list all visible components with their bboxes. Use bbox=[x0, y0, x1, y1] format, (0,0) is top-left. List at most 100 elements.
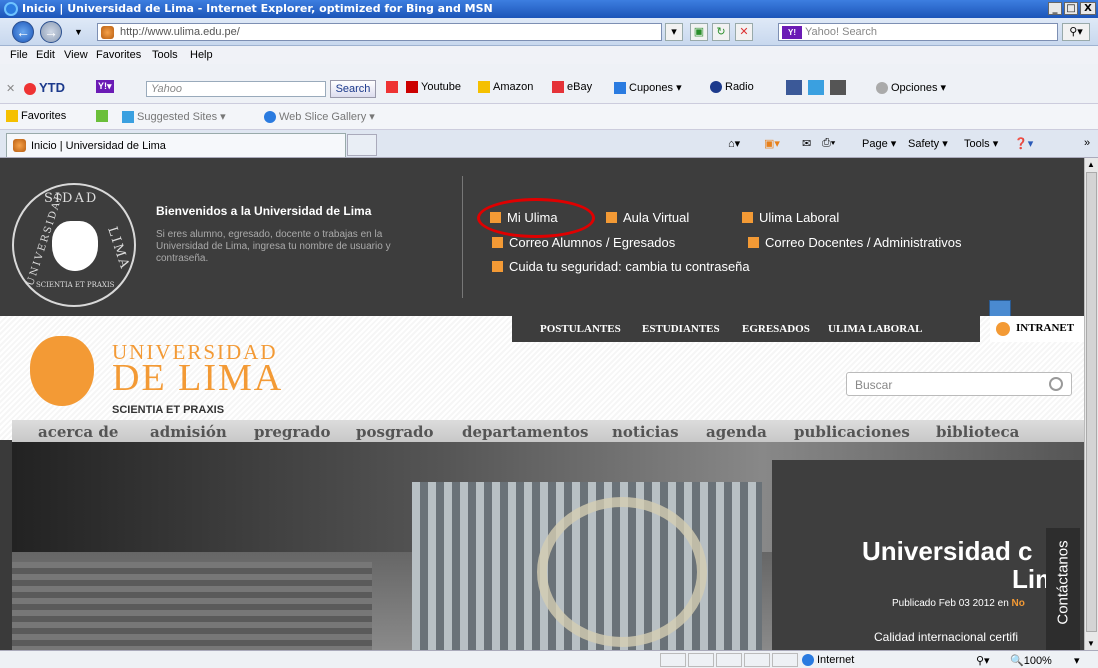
scroll-thumb[interactable] bbox=[1086, 172, 1097, 632]
blog-icon[interactable] bbox=[808, 80, 824, 95]
address-bar[interactable]: http://www.ulima.edu.pe/ bbox=[97, 23, 662, 41]
protected-mode-icon[interactable]: ⚲▾ bbox=[976, 654, 990, 667]
seguridad-label: Cuida tu seguridad: cambia tu contraseña bbox=[509, 259, 750, 274]
back-button[interactable]: ← bbox=[12, 21, 34, 43]
menu-help[interactable]: Help bbox=[190, 49, 213, 61]
web-slice-gallery[interactable]: Web Slice Gallery ▾ bbox=[264, 110, 375, 124]
nav-biblioteca[interactable]: biblioteca bbox=[936, 423, 1019, 441]
close-window-button[interactable]: X bbox=[1080, 2, 1096, 15]
page-menu[interactable]: Page ▾ bbox=[862, 137, 896, 150]
facebook-icon[interactable] bbox=[786, 80, 802, 95]
menu-edit[interactable]: Edit bbox=[36, 49, 55, 61]
toolbar-link-radio[interactable]: Radio bbox=[710, 81, 754, 94]
read-mail-icon[interactable]: ✉ bbox=[802, 137, 811, 150]
minimize-button[interactable]: _ bbox=[1048, 2, 1062, 15]
menu-bar: File Edit View Favorites Tools Help bbox=[0, 46, 1098, 64]
ie-slice-icon bbox=[264, 111, 276, 124]
feeds-icon[interactable]: ▣▾ bbox=[764, 137, 780, 150]
nav-agenda[interactable]: agenda bbox=[706, 423, 767, 441]
scroll-down-arrow-icon[interactable]: ▼ bbox=[1087, 639, 1095, 648]
search-placeholder: Yahoo! Search bbox=[805, 26, 877, 38]
safety-menu[interactable]: Safety ▾ bbox=[908, 137, 948, 150]
yahoo-icon[interactable]: Y!▾ bbox=[96, 80, 114, 93]
options-label: Opciones ▾ bbox=[891, 82, 947, 94]
vertical-scrollbar[interactable]: ▲ ▼ bbox=[1084, 158, 1098, 650]
site-search-input[interactable]: Buscar bbox=[846, 372, 1072, 396]
toolbar-options[interactable]: Opciones ▾ bbox=[876, 81, 947, 95]
nav-estudiantes[interactable]: ESTUDIANTES bbox=[642, 323, 720, 335]
ytd-icon bbox=[24, 82, 36, 95]
forward-button[interactable]: → bbox=[40, 21, 62, 43]
link-seguridad[interactable]: Cuida tu seguridad: cambia tu contraseña bbox=[492, 259, 750, 274]
menu-favorites[interactable]: Favorites bbox=[96, 49, 141, 61]
close-toolbar-icon[interactable]: ✕ bbox=[6, 82, 15, 95]
hero-banner[interactable]: Universidad c Lim Publicado Feb 03 2012 … bbox=[12, 442, 1084, 650]
tab-bar: Inicio | Universidad de Lima ⌂▾ ▣▾ ✉ ⎙▾ … bbox=[0, 130, 1098, 158]
menu-view[interactable]: View bbox=[64, 49, 88, 61]
recent-pages-chevron-icon[interactable]: ▼ bbox=[74, 27, 83, 37]
toolbar-link-amazon[interactable]: Amazon bbox=[478, 81, 533, 94]
hero-caption: Calidad internacional certifi bbox=[874, 630, 1019, 644]
yahoo-search-input[interactable]: Yahoo bbox=[146, 81, 326, 97]
toolbar-overflow-chevron-icon[interactable]: » bbox=[1084, 137, 1090, 149]
youtube-label: Youtube bbox=[421, 81, 461, 93]
link-correo-docentes[interactable]: Correo Docentes / Administrativos bbox=[748, 235, 962, 250]
compatibility-view-icon[interactable]: ▣ bbox=[690, 23, 708, 41]
nav-egresados[interactable]: EGRESADOS bbox=[742, 323, 810, 335]
toolbar-link-cupones[interactable]: Cupones ▾ bbox=[614, 81, 682, 95]
address-dropdown-icon[interactable]: ▾ bbox=[665, 23, 683, 41]
contact-tab[interactable]: Contáctanos bbox=[1046, 528, 1080, 650]
nav-publicaciones[interactable]: publicaciones bbox=[794, 423, 910, 441]
help-menu[interactable]: ❓▾ bbox=[1014, 137, 1033, 150]
favorites-button[interactable]: Favorites bbox=[6, 110, 67, 123]
link-ulima-laboral[interactable]: Ulima Laboral bbox=[742, 210, 839, 225]
scroll-up-arrow-icon[interactable]: ▲ bbox=[1087, 160, 1095, 169]
zoom-dropdown-icon[interactable]: ▾ bbox=[1074, 654, 1080, 667]
nav-admision[interactable]: admisión bbox=[150, 423, 227, 441]
nav-ulima-laboral[interactable]: ULIMA LABORAL bbox=[828, 323, 922, 335]
link-aula-virtual[interactable]: Aula Virtual bbox=[606, 210, 689, 225]
menu-file[interactable]: File bbox=[10, 49, 28, 61]
zoom-control[interactable]: 🔍100% bbox=[1010, 654, 1052, 667]
toolbar-link-youtube[interactable]: Youtube bbox=[406, 81, 461, 94]
home-icon[interactable]: ⌂▾ bbox=[728, 137, 740, 150]
ytd-logo[interactable]: YTD bbox=[24, 80, 65, 95]
google-plus-icon[interactable] bbox=[830, 80, 846, 95]
hero-category-link[interactable]: No bbox=[1012, 598, 1025, 609]
menu-tools[interactable]: Tools bbox=[152, 49, 178, 61]
nav-noticias[interactable]: noticias bbox=[612, 423, 679, 441]
toolbar-plugin-icon[interactable] bbox=[386, 81, 401, 94]
status-cell bbox=[772, 653, 798, 667]
site-search-placeholder: Buscar bbox=[855, 378, 893, 392]
youtube-icon bbox=[406, 81, 418, 94]
security-zone[interactable]: Internet bbox=[802, 654, 854, 667]
browser-tab[interactable]: Inicio | Universidad de Lima bbox=[6, 133, 346, 157]
login-band: SIDAD UNIVERSIDAD LIMA SCIENTIA ET PRAXI… bbox=[0, 158, 1084, 318]
hero-published-prefix: Publicado Feb 03 2012 en bbox=[892, 598, 1009, 609]
nav-posgrado[interactable]: posgrado bbox=[356, 423, 434, 441]
add-favorite-icon[interactable] bbox=[96, 110, 111, 123]
suggested-sites-label: Suggested Sites ▾ bbox=[137, 111, 226, 123]
search-go-icon[interactable]: ⚲▾ bbox=[1062, 23, 1090, 41]
toolbar-search-button[interactable]: Search bbox=[330, 80, 376, 98]
print-icon[interactable]: ⎙▾ bbox=[822, 137, 835, 150]
refresh-icon[interactable]: ↻ bbox=[712, 23, 730, 41]
intranet-button[interactable]: INTRANET bbox=[990, 316, 1084, 342]
address-url: http://www.ulima.edu.pe/ bbox=[120, 26, 240, 38]
suggested-sites[interactable]: Suggested Sites ▾ bbox=[122, 110, 226, 124]
nav-acerca-de[interactable]: acerca de bbox=[38, 423, 118, 441]
hero-building-left bbox=[12, 562, 372, 650]
university-logo[interactable] bbox=[22, 328, 102, 414]
stop-icon[interactable]: ✕ bbox=[735, 23, 753, 41]
toolbar-link-ebay[interactable]: eBay bbox=[552, 81, 592, 94]
nav-postulantes[interactable]: POSTULANTES bbox=[540, 323, 621, 335]
maximize-button[interactable]: □ bbox=[1064, 2, 1078, 15]
tools-menu[interactable]: Tools ▾ bbox=[964, 137, 998, 150]
new-tab-button[interactable] bbox=[347, 134, 377, 156]
favorites-label: Favorites bbox=[21, 110, 67, 122]
magnifier-icon[interactable] bbox=[1049, 377, 1063, 391]
yahoo-logo-icon: Y! bbox=[782, 26, 802, 39]
search-input[interactable]: Y! Yahoo! Search bbox=[778, 23, 1058, 41]
nav-departamentos[interactable]: departamentos bbox=[462, 423, 589, 441]
nav-pregrado[interactable]: pregrado bbox=[254, 423, 331, 441]
